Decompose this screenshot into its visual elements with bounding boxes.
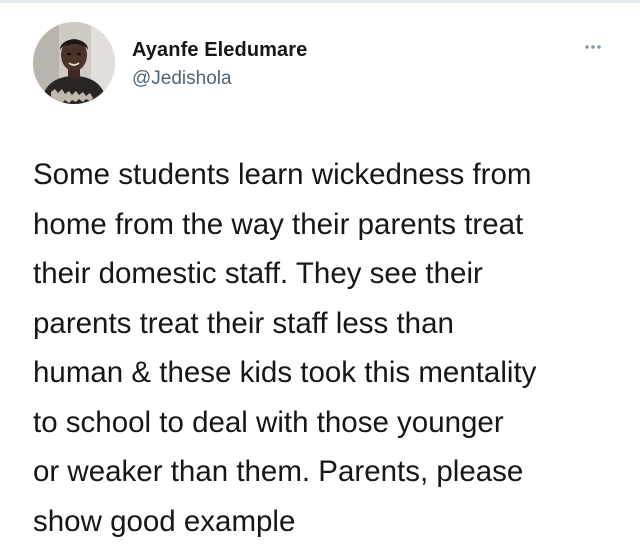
author-info: Ayanfe Eledumare @Jedishola <box>132 38 307 90</box>
author-avatar[interactable] <box>33 22 115 104</box>
tweet-text: Some students learn wickedness from home… <box>33 158 537 538</box>
tweet-card: Ayanfe Eledumare @Jedishola Some student… <box>0 0 640 554</box>
more-options-button[interactable] <box>578 36 608 58</box>
avatar-photo-icon <box>33 22 115 104</box>
ellipsis-icon <box>585 45 601 49</box>
author-display-name[interactable]: Ayanfe Eledumare <box>132 38 307 62</box>
author-handle[interactable]: @Jedishola <box>132 68 307 90</box>
